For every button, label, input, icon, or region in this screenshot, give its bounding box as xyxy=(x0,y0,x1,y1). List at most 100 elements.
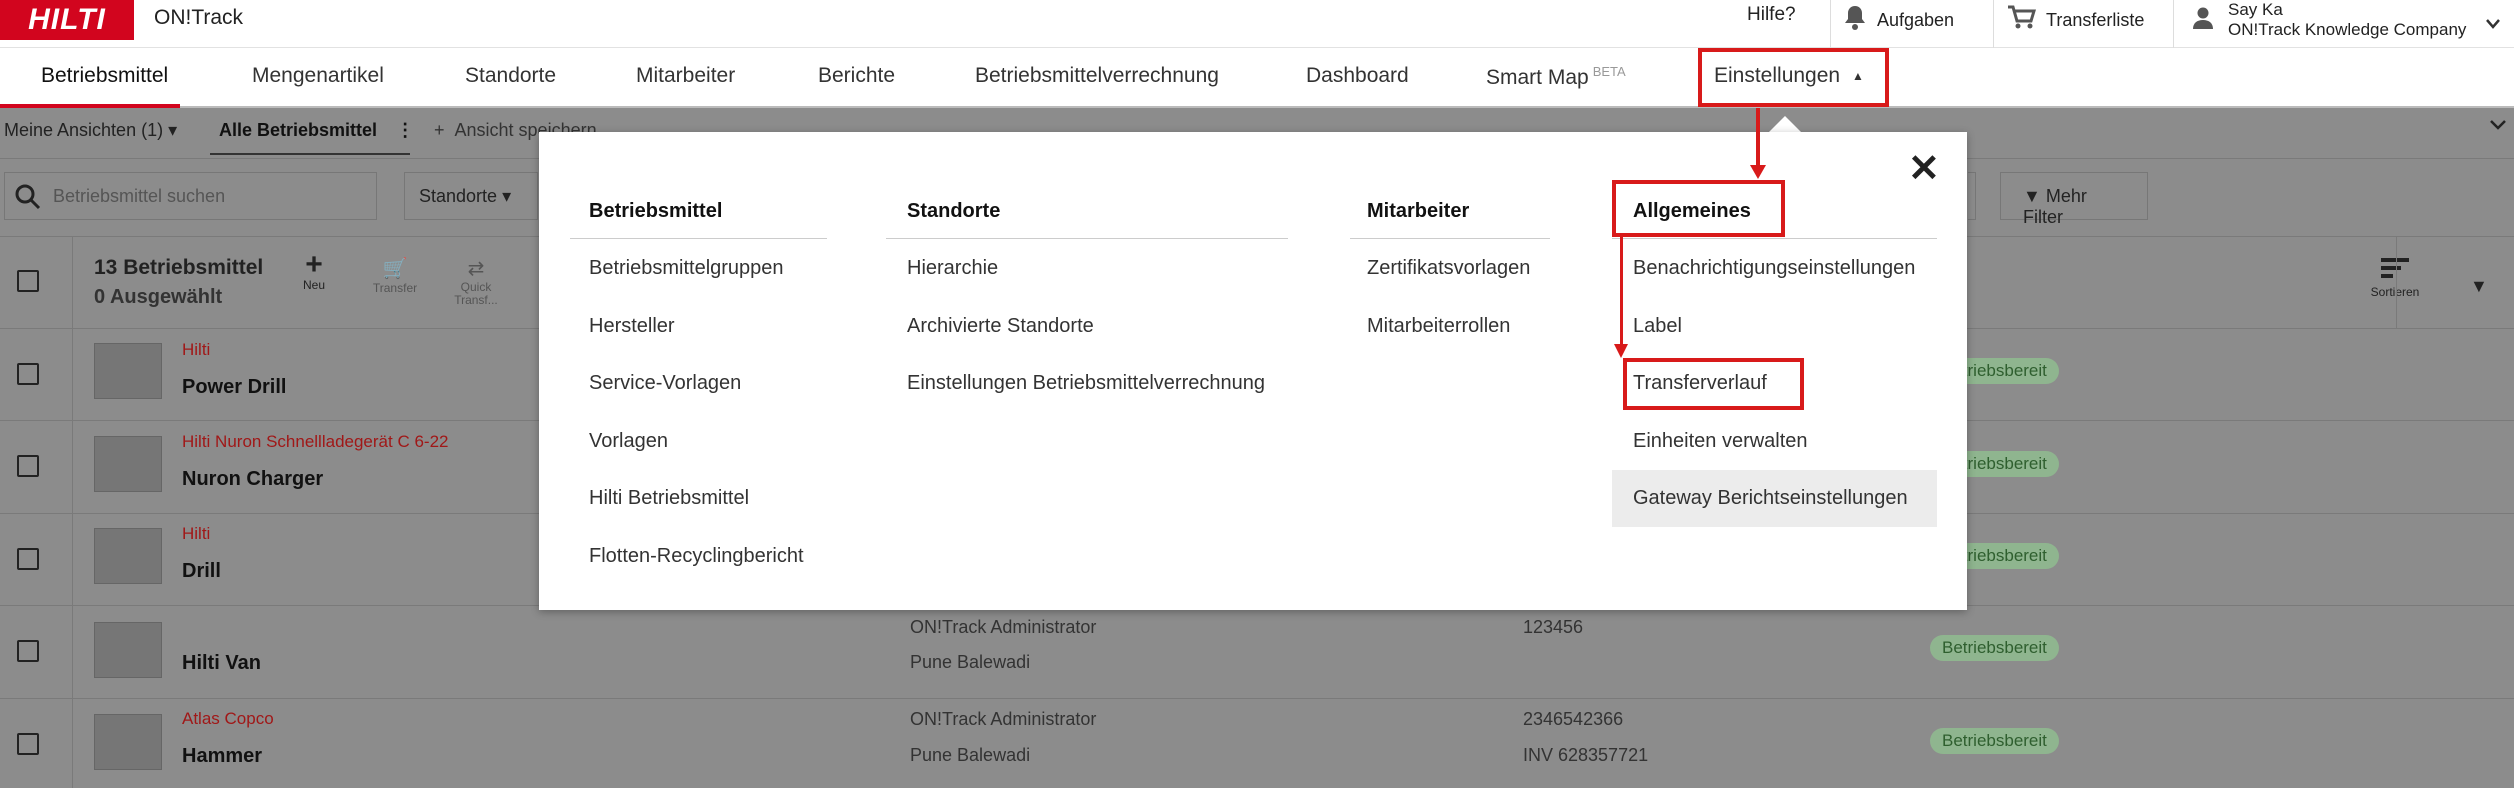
tab-betriebsmittelverrechnung[interactable]: Betriebsmittelverrechnung xyxy=(975,64,1219,88)
menu-item-label[interactable]: Label xyxy=(1633,315,1682,338)
search-placeholder: Betriebsmittel suchen xyxy=(53,186,226,206)
more-filters-button[interactable]: ▼ Mehr Filter xyxy=(2000,172,2148,227)
asset-name: Hammer xyxy=(182,745,263,767)
search-input[interactable]: Betriebsmittel suchen xyxy=(4,172,377,220)
cart-icon xyxy=(2006,4,2037,36)
menu-item-flotten-recyclingbericht[interactable]: Flotten-Recyclingbericht xyxy=(589,545,804,568)
menu-item-archivierte-standorte[interactable]: Archivierte Standorte xyxy=(907,315,1094,338)
asset-thumbnail xyxy=(94,714,162,770)
app-title: ON!Track xyxy=(154,6,244,29)
annotation-box-einstellungen xyxy=(1698,48,1889,107)
asset-brand: Hilti xyxy=(182,524,211,543)
transfer-list-link[interactable]: Transferliste xyxy=(2006,4,2144,36)
swap-icon: ⇄ xyxy=(467,258,485,280)
new-button[interactable]: + Neu xyxy=(302,248,326,293)
asset-name: Hilti Van xyxy=(182,652,261,674)
tab-standorte[interactable]: Standorte xyxy=(465,64,556,88)
asset-thumbnail xyxy=(94,343,162,399)
status-badge: Betriebsbereit xyxy=(1930,635,2059,661)
menu-heading-mitarbeiter: Mitarbeiter xyxy=(1367,200,1470,222)
menu-heading-standorte: Standorte xyxy=(907,200,1001,222)
menu-item-einstellungen-betriebsmittelverrechnung[interactable]: Einstellungen Betriebsmittelverrechnung xyxy=(907,372,1265,395)
menu-item-hersteller[interactable]: Hersteller xyxy=(589,315,675,338)
locations-filter[interactable]: Standorte ▾ xyxy=(404,172,538,220)
plus-icon: + xyxy=(305,248,323,281)
smart-map-label: Smart Map xyxy=(1486,66,1589,89)
menu-heading-betriebsmittel: Betriebsmittel xyxy=(589,200,723,222)
tasks-link[interactable]: Aufgaben xyxy=(1843,4,1954,36)
user-name: Say Ka xyxy=(2228,0,2283,19)
select-all-checkbox[interactable] xyxy=(17,270,39,292)
menu-item-benachrichtigungseinstellungen[interactable]: Benachrichtigungseinstellungen xyxy=(1633,257,1915,280)
tab-smart-map[interactable]: Smart Map BETA xyxy=(1486,64,1626,90)
annotation-box-allgemeines xyxy=(1612,180,1785,237)
hilti-logo[interactable]: HILTI xyxy=(0,0,134,40)
annotation-arrow-line xyxy=(1756,108,1760,168)
search-icon xyxy=(15,184,41,215)
asset-thumbnail xyxy=(94,436,162,492)
transfer-label: Transfer xyxy=(372,281,418,295)
chevron-down-icon[interactable] xyxy=(2486,16,2500,34)
expand-caret-icon[interactable]: ▼ xyxy=(2470,276,2488,297)
bell-icon xyxy=(1843,4,1867,36)
row-checkbox[interactable] xyxy=(17,548,39,570)
menu-item-gateway-berichtseinstellungen[interactable]: Gateway Berichtseinstellungen xyxy=(1633,487,1908,510)
asset-inventory-number: INV 628357721 xyxy=(1523,745,1649,765)
asset-count: 13 Betriebsmittel xyxy=(94,256,264,279)
menu-item-hilti-betriebsmittel[interactable]: Hilti Betriebsmittel xyxy=(589,487,749,510)
tab-berichte[interactable]: Berichte xyxy=(818,64,895,88)
asset-thumbnail xyxy=(94,528,162,584)
menu-item-vorlagen[interactable]: Vorlagen xyxy=(589,430,668,453)
sort-icon xyxy=(2368,256,2422,285)
my-views-dropdown[interactable]: Meine Ansichten (1) ▾ xyxy=(4,120,177,141)
transfer-button[interactable]: 🛒 Transfer xyxy=(370,256,420,295)
row-checkbox[interactable] xyxy=(17,640,39,662)
beta-badge: BETA xyxy=(1592,64,1626,79)
all-assets-view[interactable]: Alle Betriebsmittel ⋮ xyxy=(219,120,414,141)
asset-location: Pune Balewadi xyxy=(910,745,1031,765)
menu-item-zertifikatsvorlagen[interactable]: Zertifikatsvorlagen xyxy=(1367,257,1530,280)
sort-button[interactable]: Sortieren xyxy=(2368,256,2422,299)
main-nav: Betriebsmittel Mengenartikel Standorte M… xyxy=(0,48,2514,108)
close-icon[interactable]: ✕ xyxy=(1908,146,1940,191)
quick-transfer-button[interactable]: ⇄ Quick Transf... xyxy=(452,256,500,307)
asset-id: 2346542366 xyxy=(1523,709,1624,729)
sort-label: Sortieren xyxy=(2370,285,2420,299)
transfer-list-label: Transferliste xyxy=(2046,9,2145,30)
asset-thumbnail xyxy=(94,622,162,678)
asset-name: Power Drill xyxy=(182,376,287,398)
row-checkbox[interactable] xyxy=(17,455,39,477)
asset-name: Nuron Charger xyxy=(182,468,324,490)
menu-item-mitarbeiterrollen[interactable]: Mitarbeiterrollen xyxy=(1367,315,1510,338)
row-checkbox[interactable] xyxy=(17,363,39,385)
tab-betriebsmittel[interactable]: Betriebsmittel xyxy=(41,64,168,88)
collapse-chevron-icon[interactable] xyxy=(2490,118,2506,136)
menu-item-service-vorlagen[interactable]: Service-Vorlagen xyxy=(589,372,741,395)
new-label: Neu xyxy=(302,278,325,292)
asset-owner: ON!Track Administrator xyxy=(910,617,1097,637)
annotation-box-transferverlauf xyxy=(1623,358,1804,410)
user-menu[interactable]: Say Ka ON!Track Knowledge Company xyxy=(2228,0,2466,40)
asset-location: Pune Balewadi xyxy=(910,652,1031,672)
asset-name: Drill xyxy=(182,560,221,582)
company-name: ON!Track Knowledge Company xyxy=(2228,20,2467,39)
help-label: Hilfe? xyxy=(1747,4,1796,25)
user-icon xyxy=(2192,6,2214,35)
locations-filter-label: Standorte xyxy=(419,186,498,206)
asset-id: 123456 xyxy=(1523,617,1584,637)
menu-item-einheiten-verwalten[interactable]: Einheiten verwalten xyxy=(1633,430,1808,453)
tab-dashboard[interactable]: Dashboard xyxy=(1306,64,1409,88)
tab-mengenartikel[interactable]: Mengenartikel xyxy=(252,64,384,88)
menu-item-hierarchie[interactable]: Hierarchie xyxy=(907,257,998,280)
cart-transfer-icon: 🛒 xyxy=(382,258,408,280)
top-bar: HILTI ON!Track Hilfe? Aufgaben Transferl… xyxy=(0,0,2514,48)
menu-item-betriebsmittelgruppen[interactable]: Betriebsmittelgruppen xyxy=(589,257,784,280)
row-checkbox[interactable] xyxy=(17,733,39,755)
asset-owner: ON!Track Administrator xyxy=(910,709,1097,729)
tasks-label: Aufgaben xyxy=(1877,9,1955,30)
help-link[interactable]: Hilfe? xyxy=(1747,4,1796,26)
asset-brand: Hilti Nuron Schnellladegerät C 6-22 xyxy=(182,432,449,451)
asset-brand: Hilti xyxy=(182,340,211,359)
tab-mitarbeiter[interactable]: Mitarbeiter xyxy=(636,64,735,88)
status-badge: Betriebsbereit xyxy=(1930,728,2059,754)
